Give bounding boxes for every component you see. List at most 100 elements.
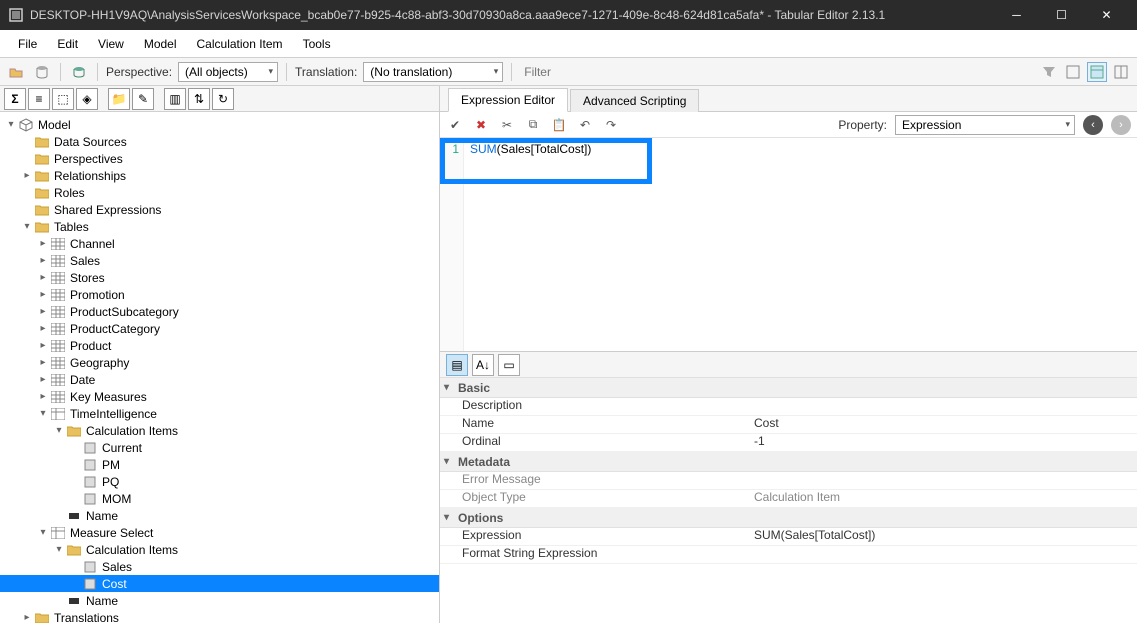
tree-node-channel[interactable]: ▸Channel <box>0 235 439 252</box>
tree-node-tables[interactable]: ▾Tables <box>0 218 439 235</box>
property-toolbar: ▤ A↓ ▭ <box>440 352 1137 378</box>
folder-icon[interactable]: 📁 <box>108 88 130 110</box>
alpha-sort-icon[interactable]: A↓ <box>472 354 494 376</box>
tree-node-date[interactable]: ▸Date <box>0 371 439 388</box>
object-explorer: Σ ≡ ⬚ ◈ 📁 ✎ ▥ ⇅ ↻ ▾Model▸Data Sources▸Pe… <box>0 86 440 623</box>
code-editor[interactable]: 1 SUM(Sales[TotalCost]) <box>440 138 1137 351</box>
cube-icon[interactable]: ◈ <box>76 88 98 110</box>
menu-tools[interactable]: Tools <box>293 33 341 55</box>
paste-icon[interactable]: 📋 <box>550 116 568 134</box>
property-grid: ▤ A↓ ▭ ▾Basic Description NameCost Ordin… <box>440 352 1137 623</box>
maximize-button[interactable]: ☐ <box>1039 0 1084 30</box>
prop-name-value[interactable]: Cost <box>750 416 1137 433</box>
property-label: Property: <box>838 118 887 132</box>
tree-node-measure-select[interactable]: ▾Measure Select <box>0 524 439 541</box>
tree-node-productcategory[interactable]: ▸ProductCategory <box>0 320 439 337</box>
prop-ordinal-value[interactable]: -1 <box>750 434 1137 451</box>
undo-icon[interactable]: ↶ <box>576 116 594 134</box>
tree-node-calculation-items[interactable]: ▾Calculation Items <box>0 422 439 439</box>
db-icon[interactable] <box>32 62 52 82</box>
tree-node-sales[interactable]: ▸Sales <box>0 558 439 575</box>
hierarchy-icon[interactable]: ⬚ <box>52 88 74 110</box>
tree-node-relationships[interactable]: ▸Relationships <box>0 167 439 184</box>
menu-view[interactable]: View <box>88 33 134 55</box>
accept-icon[interactable]: ✔ <box>446 116 464 134</box>
tree-node-calculation-items[interactable]: ▾Calculation Items <box>0 541 439 558</box>
prop-ordinal-label: Ordinal <box>440 434 750 451</box>
translation-label: Translation: <box>295 65 357 79</box>
cat-basic[interactable]: ▾Basic <box>440 378 1137 398</box>
tree-node-pq[interactable]: ▸PQ <box>0 473 439 490</box>
forward-button[interactable]: › <box>1111 115 1131 135</box>
filter-input[interactable] <box>520 63 1033 81</box>
back-button[interactable]: ‹ <box>1083 115 1103 135</box>
tree-node-pm[interactable]: ▸PM <box>0 456 439 473</box>
sigma-icon[interactable]: Σ <box>4 88 26 110</box>
tree-node-productsubcategory[interactable]: ▸ProductSubcategory <box>0 303 439 320</box>
menu-file[interactable]: File <box>8 33 47 55</box>
tab-advanced-scripting[interactable]: Advanced Scripting <box>570 89 699 112</box>
prop-expr-value[interactable]: SUM(Sales[TotalCost]) <box>750 528 1137 545</box>
list-icon[interactable]: ≡ <box>28 88 50 110</box>
prop-description-value[interactable] <box>750 398 1137 415</box>
cancel-icon[interactable]: ✖ <box>472 116 490 134</box>
tab-expression-editor[interactable]: Expression Editor <box>448 88 568 112</box>
deploy-icon[interactable] <box>69 62 89 82</box>
tree-node-sales[interactable]: ▸Sales <box>0 252 439 269</box>
title-bar: DESKTOP-HH1V9AQ\AnalysisServicesWorkspac… <box>0 0 1137 30</box>
menu-edit[interactable]: Edit <box>47 33 88 55</box>
tree-node-current[interactable]: ▸Current <box>0 439 439 456</box>
model-tree[interactable]: ▾Model▸Data Sources▸Perspectives▸Relatio… <box>0 112 439 623</box>
tree-node-shared-expressions[interactable]: ▸Shared Expressions <box>0 201 439 218</box>
menu-bar: File Edit View Model Calculation Item To… <box>0 30 1137 58</box>
translation-combo[interactable]: (No translation) <box>363 62 503 82</box>
property-combo[interactable]: Expression <box>895 115 1075 135</box>
minimize-button[interactable]: ─ <box>994 0 1039 30</box>
sort-icon[interactable]: ⇅ <box>188 88 210 110</box>
cat-metadata[interactable]: ▾Metadata <box>440 452 1137 472</box>
line-gutter: 1 <box>440 138 464 351</box>
refresh-icon[interactable]: ↻ <box>212 88 234 110</box>
left-toolbar: Σ ≡ ⬚ ◈ 📁 ✎ ▥ ⇅ ↻ <box>0 86 439 112</box>
tree-node-roles[interactable]: ▸Roles <box>0 184 439 201</box>
categorized-icon[interactable]: ▤ <box>446 354 468 376</box>
cat-options[interactable]: ▾Options <box>440 508 1137 528</box>
menu-calculation-item[interactable]: Calculation Item <box>187 33 293 55</box>
tree-node-perspectives[interactable]: ▸Perspectives <box>0 150 439 167</box>
close-button[interactable]: ✕ <box>1084 0 1129 30</box>
prop-objtype-value: Calculation Item <box>750 490 1137 507</box>
tree-node-key-measures[interactable]: ▸Key Measures <box>0 388 439 405</box>
menu-model[interactable]: Model <box>134 33 187 55</box>
property-list[interactable]: ▾Basic Description NameCost Ordinal-1 ▾M… <box>440 378 1137 623</box>
tree-node-promotion[interactable]: ▸Promotion <box>0 286 439 303</box>
perspective-combo[interactable]: (All objects) <box>178 62 278 82</box>
tree-node-timeintelligence[interactable]: ▾TimeIntelligence <box>0 405 439 422</box>
tree-node-translations[interactable]: ▸Translations <box>0 609 439 623</box>
view-icon-3[interactable] <box>1111 62 1131 82</box>
tree-node-mom[interactable]: ▸MOM <box>0 490 439 507</box>
window-title: DESKTOP-HH1V9AQ\AnalysisServicesWorkspac… <box>30 8 994 22</box>
prop-fse-value[interactable] <box>750 546 1137 563</box>
tree-node-name[interactable]: ▸Name <box>0 592 439 609</box>
prop-page-icon[interactable]: ▭ <box>498 354 520 376</box>
view-icon-1[interactable] <box>1063 62 1083 82</box>
prop-description-label: Description <box>440 398 750 415</box>
tree-node-name[interactable]: ▸Name <box>0 507 439 524</box>
edit-icon[interactable]: ✎ <box>132 88 154 110</box>
cut-icon[interactable]: ✂ <box>498 116 516 134</box>
tree-node-data-sources[interactable]: ▸Data Sources <box>0 133 439 150</box>
column-icon[interactable]: ▥ <box>164 88 186 110</box>
tree-node-stores[interactable]: ▸Stores <box>0 269 439 286</box>
prop-error-label: Error Message <box>440 472 750 489</box>
tree-node-geography[interactable]: ▸Geography <box>0 354 439 371</box>
tree-node-product[interactable]: ▸Product <box>0 337 439 354</box>
code-text[interactable]: SUM(Sales[TotalCost]) <box>464 138 1137 351</box>
filter-icon[interactable] <box>1039 62 1059 82</box>
tree-root-model[interactable]: ▾Model <box>0 116 439 133</box>
redo-icon[interactable]: ↷ <box>602 116 620 134</box>
main-toolbar: Perspective: (All objects) Translation: … <box>0 58 1137 86</box>
open-icon[interactable] <box>6 62 26 82</box>
view-icon-2[interactable] <box>1087 62 1107 82</box>
tree-node-cost[interactable]: ▸Cost <box>0 575 439 592</box>
copy-icon[interactable]: ⧉ <box>524 116 542 134</box>
